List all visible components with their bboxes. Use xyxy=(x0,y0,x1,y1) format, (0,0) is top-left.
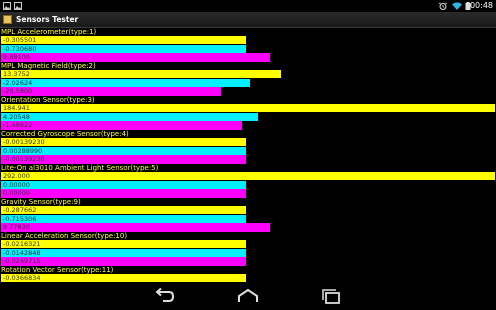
app-title: Sensors Tester xyxy=(16,15,79,24)
sensor-item: Corrected Gyroscope Sensor(type:4) -0.001… xyxy=(0,130,496,164)
wifi-icon xyxy=(452,2,462,10)
sensor-axis-row: -0.0366834 xyxy=(0,274,496,282)
navigation-bar xyxy=(0,282,496,310)
sensor-value-bar xyxy=(1,121,242,130)
sensor-axis-row: -2.02624 xyxy=(0,78,496,88)
back-icon[interactable] xyxy=(152,286,176,306)
sensor-value-bar xyxy=(1,104,495,113)
sensor-value-text: 184.941 xyxy=(3,104,30,112)
sensor-value-text: 9.77830 xyxy=(3,223,30,232)
sensor-value-bar xyxy=(1,87,221,96)
app-icon xyxy=(3,15,12,24)
sensor-value-bar xyxy=(1,214,246,224)
sensor-title: Linear Acceleration Sensor(type:10) xyxy=(1,232,128,240)
sensor-axis-row: 9.77830 xyxy=(0,223,496,232)
sensor-value-text: -20.5800 xyxy=(3,87,33,96)
sensor-axis-row: 0.00000 xyxy=(0,189,496,198)
sensor-value-text: -0.0142848 xyxy=(3,248,41,257)
notification-image-icon xyxy=(3,2,11,10)
sensor-value-text: 4.20548 xyxy=(3,112,30,121)
sensor-axis-row: 0.00288990 xyxy=(0,146,496,156)
sensor-axis-row: 9.88100 xyxy=(0,53,496,62)
sensor-axis-row: -1.49622 xyxy=(0,121,496,130)
sensor-value-text: 0.00000 xyxy=(3,189,30,198)
sensor-axis-row: -0.00139230 xyxy=(0,138,496,147)
sensor-value-text: -0.0249715 xyxy=(3,257,41,266)
sensor-title: MPL Accelerometer(type:1) xyxy=(1,28,97,36)
sensor-value-text: -0.305501 xyxy=(3,36,37,44)
sensor-value-text: -0.00139230 xyxy=(3,155,45,164)
sensor-value-text: 292.000 xyxy=(3,172,30,180)
sensor-value-bar xyxy=(1,180,246,190)
action-bar: Sensors Tester xyxy=(0,12,496,28)
sensor-value-bar xyxy=(1,112,258,122)
sensor-value-text: -0.0366834 xyxy=(3,274,41,282)
sensor-value-bar xyxy=(1,36,246,45)
sensor-value-bar xyxy=(1,172,495,181)
sensor-value-bar xyxy=(1,189,246,198)
alarm-clock-icon xyxy=(438,2,448,10)
sensor-value-bar xyxy=(1,53,270,62)
sensor-axis-row: 0.00000 xyxy=(0,180,496,190)
sensor-item: MPL Accelerometer(type:1) -0.305501 -0.730… xyxy=(0,28,496,62)
sensor-axis-row: 292.000 xyxy=(0,172,496,181)
sensor-axis-row: 13.3752 xyxy=(0,70,496,79)
sensor-item: Gravity Sensor(type:9) -0.287662 -0.715306… xyxy=(0,198,496,232)
sensor-axis-row: -0.305501 xyxy=(0,36,496,45)
recents-icon[interactable] xyxy=(320,286,344,306)
sensor-item: Linear Acceleration Sensor(type:10) -0.02… xyxy=(0,232,496,266)
sensor-item: Lite-On al3010 Ambient Light Sensor(type… xyxy=(0,164,496,198)
sensor-value-text: 9.88100 xyxy=(3,53,30,62)
sensor-item: Rotation Vector Sensor(type:11) -0.036683… xyxy=(0,266,496,282)
sensor-value-text: 0.00000 xyxy=(3,180,30,189)
sensor-value-bar xyxy=(1,78,250,88)
sensor-title: Corrected Gyroscope Sensor(type:4) xyxy=(1,130,129,138)
sensor-axis-row: -0.0249715 xyxy=(0,257,496,266)
notification-image-icon xyxy=(14,2,22,10)
sensor-title: Rotation Vector Sensor(type:11) xyxy=(1,266,114,274)
sensor-axis-row: 184.941 xyxy=(0,104,496,113)
sensor-title: Orientation Sensor(type:3) xyxy=(1,96,95,104)
sensor-value-text: 0.00288990 xyxy=(3,146,43,155)
sensor-list[interactable]: MPL Accelerometer(type:1) -0.305501 -0.730… xyxy=(0,28,496,282)
sensor-axis-row: -0.730680 xyxy=(0,44,496,54)
sensor-value-text: -0.730680 xyxy=(3,44,37,53)
sensor-title: Lite-On al3010 Ambient Light Sensor(type… xyxy=(1,164,159,172)
sensor-value-text: 13.3752 xyxy=(3,70,30,78)
sensor-item: Orientation Sensor(type:3) 184.941 4.20548… xyxy=(0,96,496,130)
sensor-value-text: -2.02624 xyxy=(3,78,33,87)
sensor-value-bar xyxy=(1,44,246,54)
sensor-value-text: -0.00139230 xyxy=(3,138,45,146)
sensor-axis-row: -0.00139230 xyxy=(0,155,496,164)
home-icon[interactable] xyxy=(236,286,260,306)
sensor-axis-row: 4.20548 xyxy=(0,112,496,122)
sensor-axis-row: -0.715306 xyxy=(0,214,496,224)
sensor-value-text: -0.715306 xyxy=(3,214,37,223)
sensor-value-text: -0.287662 xyxy=(3,206,37,214)
sensor-axis-row: -0.0216321 xyxy=(0,240,496,249)
sensor-title: MPL Magnetic Field(type:2) xyxy=(1,62,96,70)
sensor-value-bar xyxy=(1,70,281,79)
sensor-axis-row: -20.5800 xyxy=(0,87,496,96)
sensor-item: MPL Magnetic Field(type:2) 13.3752 -2.0262… xyxy=(0,62,496,96)
status-bar: 00:48 xyxy=(0,0,496,12)
sensor-axis-row: -0.0142848 xyxy=(0,248,496,258)
sensor-axis-row: -0.287662 xyxy=(0,206,496,215)
clock-time: 00:48 xyxy=(469,1,493,10)
sensor-title: Gravity Sensor(type:9) xyxy=(1,198,81,206)
sensor-value-bar xyxy=(1,223,270,232)
sensor-value-text: -1.49622 xyxy=(3,121,33,130)
sensor-value-text: -0.0216321 xyxy=(3,240,41,248)
sensor-value-bar xyxy=(1,206,246,215)
